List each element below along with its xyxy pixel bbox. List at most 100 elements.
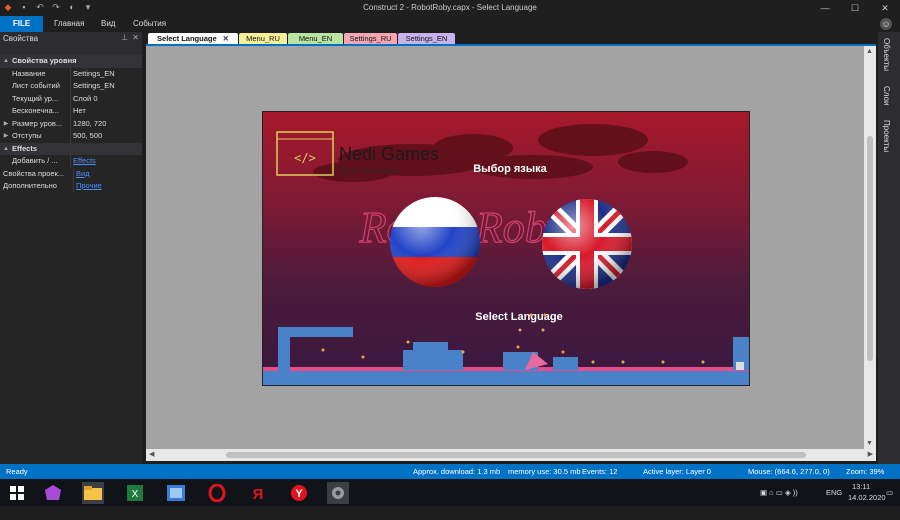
property-row[interactable]: Бесконечна... Нет xyxy=(0,105,142,118)
right-side-tabs: Объекты Слои Проекты xyxy=(878,32,900,464)
property-value[interactable]: Вид xyxy=(73,167,142,180)
expander-icon xyxy=(0,155,12,168)
svg-text:Nedi Games: Nedi Games xyxy=(339,144,439,164)
property-value[interactable]: Нет xyxy=(70,105,142,118)
expander-icon[interactable]: ▶ xyxy=(0,130,12,143)
property-name: Дополнительно xyxy=(3,181,57,190)
svg-text:Y: Y xyxy=(295,488,303,500)
tab-label: Select Language xyxy=(157,34,217,43)
expander-icon xyxy=(0,80,12,93)
window-title: Construct 2 - RobotRoby.capx - Select La… xyxy=(363,3,537,12)
properties-panel-header: Свойства ⊥ ✕ xyxy=(0,32,142,45)
feedback-smiley-icon[interactable]: ☺ xyxy=(880,18,892,30)
expander-icon[interactable]: ▲ xyxy=(0,143,12,156)
property-section[interactable]: ▲ Effects xyxy=(0,142,142,156)
menu-home[interactable]: Главная xyxy=(54,16,84,32)
layout-scene[interactable]: Robot Roby </> Nedi Games Games Develope… xyxy=(262,111,750,386)
vertical-scrollbar[interactable]: ▲ ▼ xyxy=(864,46,876,449)
status-active-layer: Active layer: Layer 0 xyxy=(643,467,711,476)
yandex-browser-icon[interactable]: Y xyxy=(288,482,310,504)
title-russian: Выбор языка xyxy=(473,163,547,175)
properties-panel-title: Свойства xyxy=(3,34,39,43)
vertical-scroll-thumb[interactable] xyxy=(867,136,873,361)
property-name: Effects xyxy=(12,143,38,153)
horizontal-scrollbar[interactable]: ◀ ▶ xyxy=(146,449,876,461)
close-button[interactable]: ✕ xyxy=(870,0,900,16)
properties-toolbar xyxy=(0,45,142,55)
property-name: Бесконечна... xyxy=(12,106,59,115)
property-row[interactable]: Лист событий Settings_EN xyxy=(0,80,142,93)
file-menu-button[interactable]: FILE xyxy=(0,16,43,32)
construct-app-icon[interactable] xyxy=(165,482,187,504)
tab-close-icon[interactable]: ✕ xyxy=(223,34,229,43)
property-row[interactable]: Текущий ур... Слой 0 xyxy=(0,92,142,105)
scroll-right-icon[interactable]: ▶ xyxy=(868,450,873,458)
expander-icon xyxy=(0,68,12,81)
tray-icons[interactable]: ▣ ⌂ ▭ ◈ )) xyxy=(760,488,798,515)
maximize-button[interactable]: ☐ xyxy=(840,0,870,16)
uk-flag-button[interactable] xyxy=(542,199,632,289)
clock-date[interactable]: 14.02.2020 xyxy=(848,493,886,520)
property-value[interactable]: Settings_EN xyxy=(70,67,142,80)
status-zoom: Zoom: 39% xyxy=(846,467,885,476)
property-name: Свойства уровня xyxy=(12,56,77,65)
svg-text:Games Developers: Games Developers xyxy=(339,168,399,175)
tab-layers[interactable]: Слои xyxy=(882,86,891,105)
expander-icon xyxy=(0,105,12,118)
property-name: Размер уров... xyxy=(12,118,63,128)
scroll-left-icon[interactable]: ◀ xyxy=(149,450,154,458)
property-row[interactable]: Название Settings_EN xyxy=(0,67,142,81)
property-section[interactable]: ▲ Свойства уровня xyxy=(0,55,142,68)
ground-tiles xyxy=(263,327,749,385)
property-value[interactable]: 500, 500 xyxy=(70,130,142,143)
property-name: Свойства проек... xyxy=(3,168,65,178)
pin-icon[interactable]: ⊥ xyxy=(121,33,128,42)
property-name: Название xyxy=(12,68,46,78)
property-row[interactable]: Добавить / ... Effects xyxy=(0,155,142,168)
title-bar: ◆ ▪ ↶ ↷ ◐ ▾ Construct 2 - RobotRoby.capx… xyxy=(0,0,900,16)
scroll-up-icon[interactable]: ▲ xyxy=(866,48,873,55)
panel-close-icon[interactable]: ✕ xyxy=(132,33,139,42)
property-name: Добавить / ... xyxy=(12,156,58,165)
property-value[interactable]: Слой 0 xyxy=(70,92,142,105)
expander-icon[interactable]: ▲ xyxy=(0,55,12,68)
property-row[interactable]: Дополнительно Прочие xyxy=(0,180,142,193)
tab-objects[interactable]: Объекты xyxy=(882,38,891,71)
svg-text:</>: </> xyxy=(294,151,316,165)
menu-events[interactable]: События xyxy=(133,16,166,32)
property-value[interactable]: 1280, 720 xyxy=(70,117,142,130)
property-value[interactable]: Effects xyxy=(70,155,142,168)
settings-app-icon[interactable] xyxy=(327,482,349,504)
property-row[interactable]: ▶ Отступы 500, 500 xyxy=(0,130,142,143)
status-download: Approx. download: 1.3 mb xyxy=(413,467,501,476)
windows-taskbar: X Я Y ▣ ⌂ ▭ ◈ )) ENG 13:11 14.02.2020 ▭ xyxy=(0,479,900,506)
expander-icon[interactable]: ▶ xyxy=(0,118,12,131)
language-indicator[interactable]: ENG xyxy=(826,488,842,515)
door-sprite xyxy=(736,362,744,370)
property-value[interactable]: Прочие xyxy=(73,180,142,193)
menu-view[interactable]: Вид xyxy=(101,16,115,32)
properties-panel: Свойства ⊥ ✕ ▲ Свойства уровня Название Set… xyxy=(0,32,142,464)
status-ready: Ready xyxy=(6,467,28,476)
scroll-down-icon[interactable]: ▼ xyxy=(866,440,873,447)
menu-bar: FILE Главная Вид События ☺ xyxy=(0,16,900,32)
property-row[interactable]: Свойства проек... Вид xyxy=(0,167,142,180)
opera-icon[interactable] xyxy=(206,482,228,504)
property-value[interactable]: Settings_EN xyxy=(70,80,142,93)
property-name: Лист событий xyxy=(12,81,60,90)
status-memory: memory use: 30.5 mb xyxy=(508,467,581,476)
minimize-button[interactable]: — xyxy=(810,0,840,16)
russian-flag-button[interactable] xyxy=(390,197,480,287)
status-bar: Ready Approx. download: 1.3 mb memory us… xyxy=(0,464,900,479)
excel-icon[interactable]: X xyxy=(124,482,146,504)
status-mouse: Mouse: (664.6, 277.0, 0) xyxy=(748,467,830,476)
horizontal-scroll-thumb[interactable] xyxy=(226,452,806,458)
file-explorer-icon[interactable] xyxy=(82,482,104,504)
yandex-icon[interactable]: Я xyxy=(247,482,269,504)
windows-start-icon[interactable] xyxy=(6,482,28,504)
notifications-icon[interactable]: ▭ xyxy=(886,488,893,515)
svg-text:Я: Я xyxy=(253,486,264,502)
tab-projects[interactable]: Проекты xyxy=(882,120,891,152)
property-row[interactable]: ▶ Размер уров... 1280, 720 xyxy=(0,117,142,131)
browser-app-icon[interactable] xyxy=(42,482,64,504)
